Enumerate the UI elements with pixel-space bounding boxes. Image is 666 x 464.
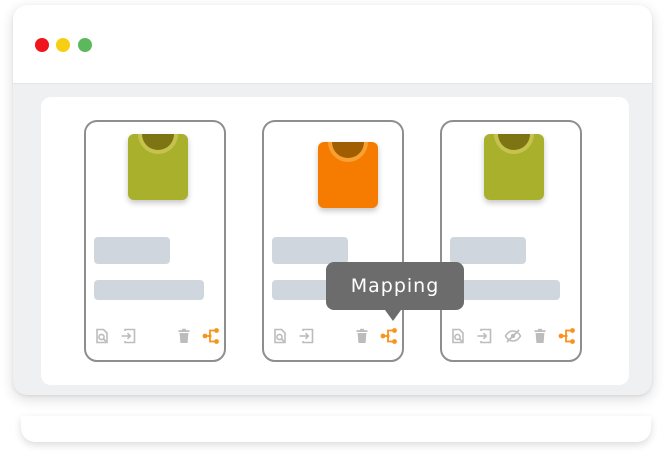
app-window [13, 5, 652, 395]
import-icon[interactable] [476, 328, 492, 344]
mapping-icon[interactable] [558, 327, 576, 345]
title-placeholder [450, 237, 526, 264]
preview-icon[interactable] [450, 328, 466, 344]
minimize-window-button[interactable] [56, 38, 70, 52]
item-thumbnail [484, 134, 544, 200]
maximize-window-button[interactable] [78, 38, 92, 52]
subtitle-placeholder [450, 280, 560, 300]
preview-icon[interactable] [94, 328, 110, 344]
delete-icon[interactable] [354, 328, 370, 344]
delete-icon[interactable] [532, 328, 548, 344]
mapping-icon[interactable] [380, 327, 398, 345]
import-icon[interactable] [120, 328, 136, 344]
title-placeholder [94, 237, 170, 264]
subtitle-placeholder [94, 280, 204, 300]
mapping-tooltip: Mapping [326, 262, 464, 310]
preview-icon[interactable] [272, 328, 288, 344]
item-thumbnail [318, 142, 378, 208]
hide-icon[interactable] [504, 328, 522, 344]
tooltip-arrow [385, 310, 401, 321]
delete-icon[interactable] [176, 328, 192, 344]
title-placeholder [272, 237, 348, 264]
close-window-button[interactable] [35, 38, 49, 52]
item-thumbnail [128, 134, 188, 200]
background-window [21, 416, 651, 442]
item-card-2[interactable] [262, 120, 404, 362]
item-card-1[interactable] [84, 120, 226, 362]
title-bar [13, 5, 652, 84]
content-panel [41, 97, 629, 385]
mapping-icon[interactable] [202, 327, 220, 345]
item-card-3[interactable] [440, 120, 582, 362]
import-icon[interactable] [298, 328, 314, 344]
